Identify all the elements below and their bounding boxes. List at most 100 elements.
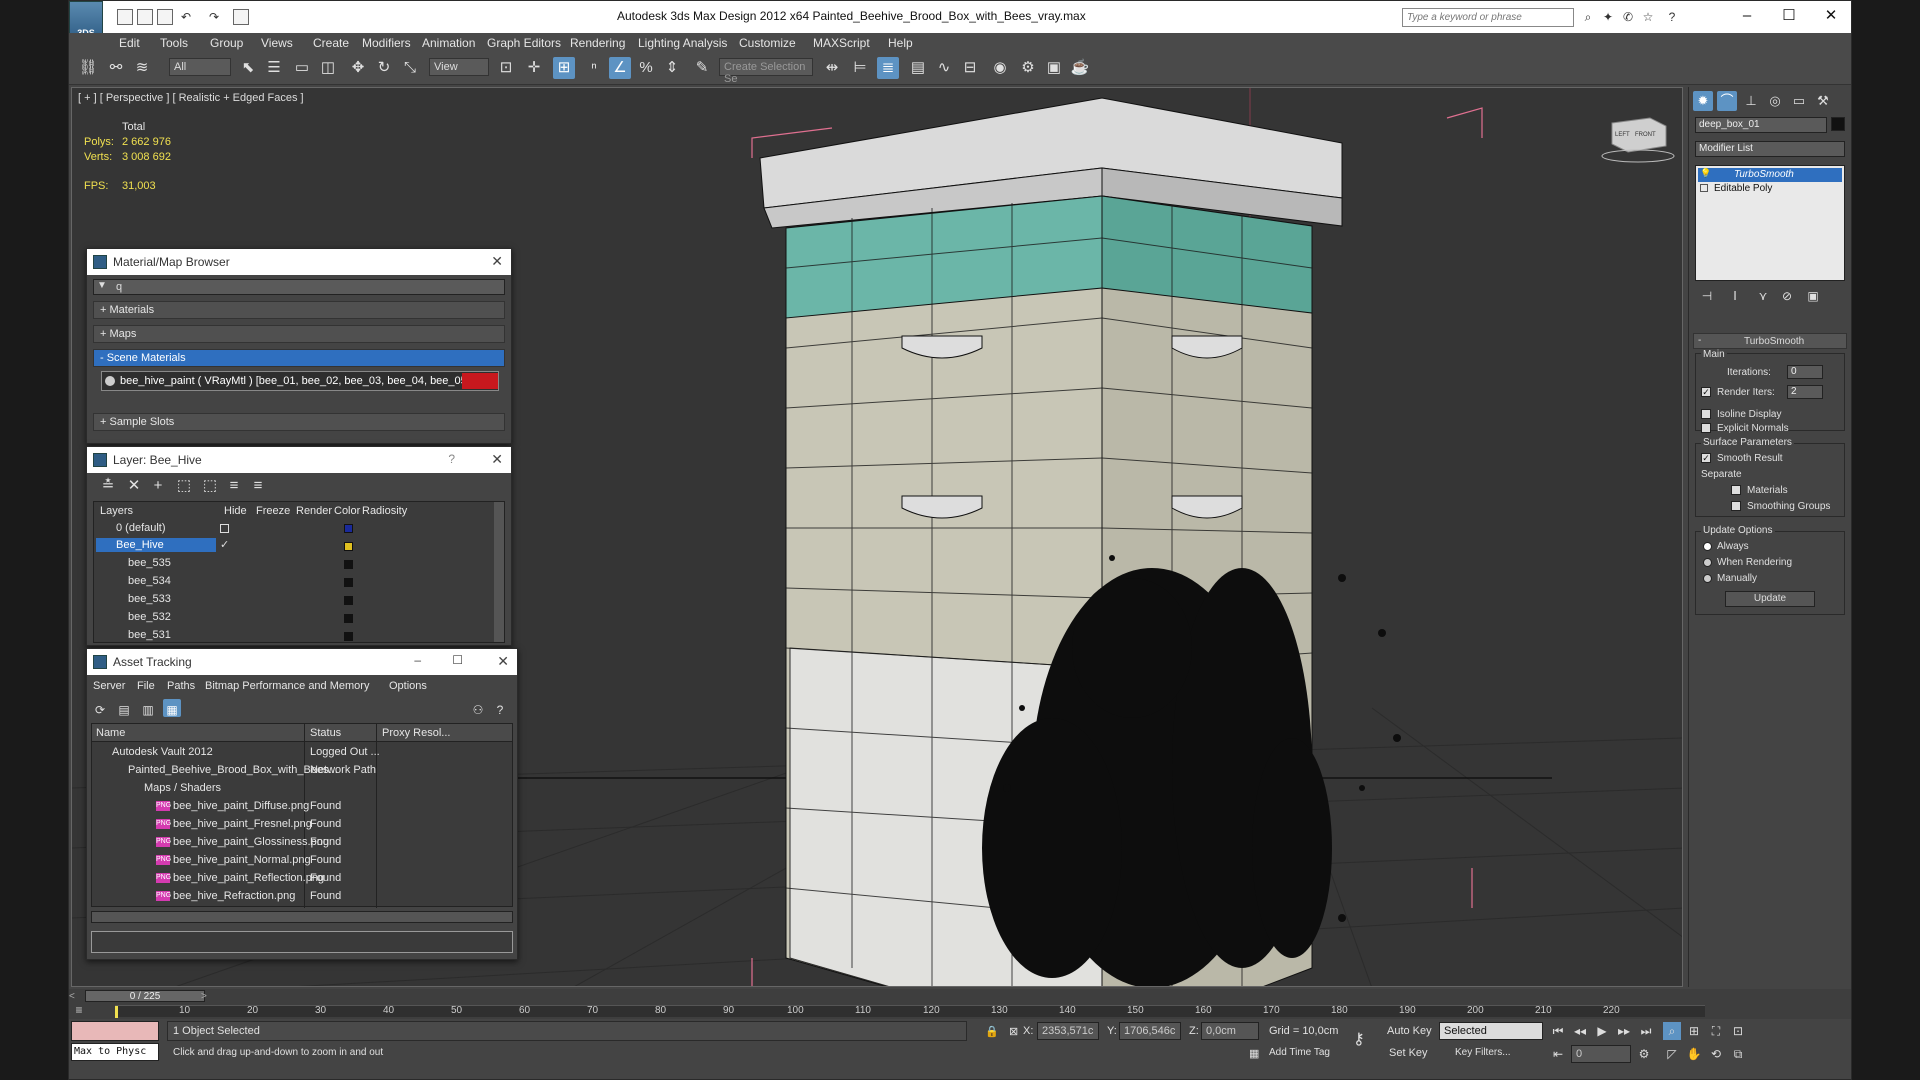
open-file-icon[interactable] [137,9,153,25]
explicit-normals-checkbox[interactable] [1701,423,1711,433]
search-input[interactable]: Type a keyword or phrase [1402,8,1574,27]
current-layer-check-icon[interactable]: ✓ [220,538,229,551]
viewcube[interactable] [1601,117,1675,163]
mini-curve-editor-icon[interactable]: ≡ [69,1003,89,1019]
render-iters-spinner[interactable]: 2 [1787,385,1823,399]
create-tab-icon[interactable]: ✹ [1693,91,1713,111]
col-layers[interactable]: Layers [100,505,133,517]
keyboard-shortcut-override-icon[interactable]: ⊞ [553,57,575,79]
layer-table-scrollbar[interactable] [494,502,504,642]
asset-row-glossiness[interactable]: PNG bee_hive_paint_Glossiness.png [156,836,329,848]
menu-customize[interactable]: Customize [739,36,796,50]
z-coordinate-field[interactable]: 0,0cm [1201,1022,1259,1040]
menu-views[interactable]: Views [261,36,293,50]
scene-material-item[interactable]: bee_hive_paint ( VRayMtl ) [bee_01, bee_… [101,371,499,391]
minimize-icon[interactable]: – [414,653,421,667]
bind-to-space-warp-icon[interactable]: ≋ [131,57,153,79]
at-menu-options[interactable]: Options [389,680,427,692]
select-and-scale-icon[interactable]: ⤡ [399,57,421,79]
time-configuration-icon[interactable]: ⚙ [1635,1045,1653,1063]
asset-row-maps-shaders[interactable]: Maps / Shaders [144,782,221,794]
object-name-field[interactable]: deep_box_01 [1695,117,1827,133]
asset-row-fresnel[interactable]: PNG bee_hive_paint_Fresnel.png [156,818,312,830]
time-slider-next-icon[interactable]: > [201,991,207,1002]
select-object-icon[interactable]: ⬉ [237,57,259,79]
layer-row-bee-hive[interactable]: Bee_Hive [116,539,164,551]
material-editor-icon[interactable]: ◉ [989,57,1011,79]
refresh-icon[interactable]: ⟳ [91,699,109,717]
snaps-toggle-icon[interactable]: ⁿ [583,57,605,79]
binoculars-icon[interactable]: ⌕ [1581,10,1595,24]
layer-color-swatch[interactable] [344,578,353,587]
spinner-snap-icon[interactable]: ⇕ [661,57,683,79]
separate-smoothing-groups-checkbox[interactable] [1731,501,1741,511]
auto-key-button[interactable]: Auto Key [1387,1025,1432,1037]
asset-row-vault[interactable]: Autodesk Vault 2012 [112,746,213,758]
rendered-frame-window-icon[interactable]: ▣ [1043,57,1065,79]
key-mode-toggle-icon[interactable]: ⇤ [1549,1045,1567,1063]
manually-radio[interactable] [1703,574,1712,583]
zoom-extents-icon[interactable]: ⛶ [1707,1022,1725,1040]
key-icon[interactable]: ⚷ [1353,1029,1365,1049]
previous-frame-icon[interactable]: ◂◂ [1571,1022,1589,1040]
field-of-view-icon[interactable]: ◸ [1663,1045,1681,1063]
layer-row-bee-535[interactable]: bee_535 [128,557,171,569]
go-to-end-icon[interactable]: ⏭ [1637,1022,1655,1040]
layer-color-swatch[interactable] [344,614,353,623]
render-iters-checkbox[interactable]: ✓ [1701,387,1711,397]
when-rendering-radio[interactable] [1703,558,1712,567]
communication-icon[interactable]: ✆ [1621,10,1635,24]
maxscript-input[interactable]: Max to Physc [71,1043,159,1061]
undo-icon[interactable]: ↶ [179,10,193,24]
add-time-tag[interactable]: Add Time Tag [1269,1047,1330,1058]
sample-slots-section[interactable]: + Sample Slots [93,413,505,431]
go-to-start-icon[interactable]: ⏮ [1549,1022,1567,1040]
set-key-button[interactable]: Set Key [1389,1047,1428,1059]
maximize-viewport-icon[interactable]: ⧉ [1729,1045,1747,1063]
menu-maxscript[interactable]: MAXScript [813,36,870,50]
zoom-extents-all-icon[interactable]: ⊡ [1729,1022,1747,1040]
expand-icon[interactable] [1700,184,1708,192]
col-name[interactable]: Name [96,727,125,739]
modify-tab-icon[interactable]: ⌒ [1717,91,1737,111]
graphite-ribbon-icon[interactable]: ▤ [907,57,929,79]
select-and-rotate-icon[interactable]: ↻ [373,57,395,79]
zoom-all-icon[interactable]: ⊞ [1685,1022,1703,1040]
menu-edit[interactable]: Edit [119,36,140,50]
close-button[interactable]: ✕ [1811,3,1851,29]
isoline-display-checkbox[interactable] [1701,409,1711,419]
col-hide[interactable]: Hide [224,505,247,517]
selection-lock-icon[interactable]: 🔒 [985,1025,999,1038]
col-proxy-resolution[interactable]: Proxy Resol... [382,727,450,739]
layer-row-bee-533[interactable]: bee_533 [128,593,171,605]
lightbulb-icon[interactable]: 💡 [1700,168,1711,179]
show-end-result-icon[interactable]: Ⅰ [1725,285,1745,305]
asset-row-diffuse[interactable]: PNG bee_hive_paint_Diffuse.png [156,800,309,812]
at-menu-bitmap-performance[interactable]: Bitmap Performance and Memory [205,680,369,692]
layer-row-bee-531[interactable]: bee_531 [128,629,171,641]
select-and-link-icon[interactable]: ⛓ [77,57,99,79]
col-render[interactable]: Render [296,505,332,517]
object-color-swatch[interactable] [1831,117,1845,131]
rectangular-selection-icon[interactable]: ▭ [291,57,313,79]
grid-view-icon[interactable]: ▦ [163,699,181,717]
maximize-icon[interactable]: ☐ [452,653,463,667]
layer-color-swatch[interactable] [344,524,353,533]
close-icon[interactable]: ✕ [497,653,509,670]
asset-path-field[interactable] [91,931,513,953]
menu-tools[interactable]: Tools [160,36,188,50]
separate-materials-checkbox[interactable] [1731,485,1741,495]
help-icon[interactable]: ? [1665,10,1679,24]
layer-color-swatch[interactable] [344,632,353,641]
minimize-button[interactable]: – [1727,3,1767,29]
align-icon[interactable]: ⊨ [849,57,871,79]
perspective-viewport[interactable]: [ + ] [ Perspective ] [ Realistic + Edge… [71,87,1683,987]
menu-graph-editors[interactable]: Graph Editors [487,36,561,50]
menu-lighting-analysis[interactable]: Lighting Analysis [638,36,727,50]
zoom-icon[interactable]: ⌕ [1663,1022,1681,1040]
stack-item-turbosmooth[interactable]: TurboSmooth [1734,169,1794,180]
menu-create[interactable]: Create [313,36,349,50]
time-tag-icon[interactable]: ▦ [1249,1047,1259,1060]
y-coordinate-field[interactable]: 1706,546c [1119,1022,1181,1040]
asset-row-normal[interactable]: PNG bee_hive_paint_Normal.png [156,854,311,866]
